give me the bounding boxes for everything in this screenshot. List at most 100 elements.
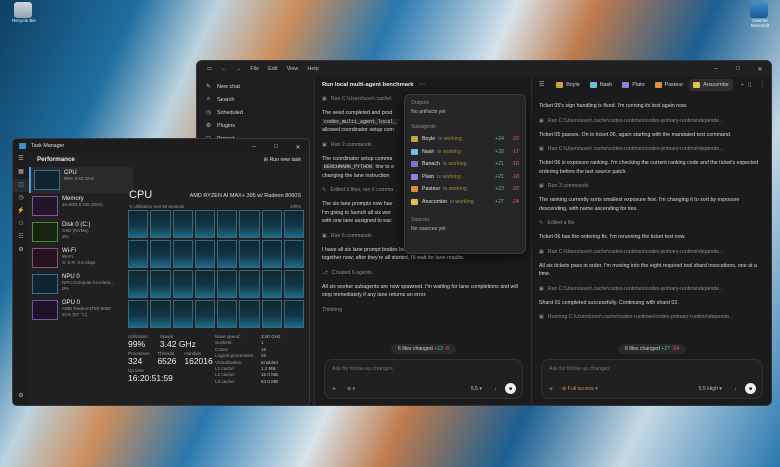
sidebar-item-new-chat[interactable]: ✎ New chat [197,80,314,93]
tab-plato[interactable]: Plato [618,79,648,91]
forward-icon[interactable]: → [236,66,242,72]
tm-title: Task Manager [31,143,65,149]
followup-input[interactable]: Ask for follow-up changes [325,360,522,378]
startup-icon[interactable]: ⚡ [13,205,29,218]
files-changed-chip[interactable]: 6 files changed +27 -24 [533,344,771,354]
users-icon[interactable]: ⚇ [13,218,29,231]
performance-icon[interactable]: ◫ [13,179,29,192]
robot-icon [693,81,701,88]
panel-menu-icon[interactable]: ⋮ [759,82,765,88]
desktop-icon-recycle-bin[interactable]: Recycle Bin [4,2,44,23]
cpu-core-graphs [128,210,304,328]
resource-npu[interactable]: NPU 0 NPU Compute Accelera... 0% [29,271,133,297]
split-view-icon[interactable]: ▯ [748,82,751,88]
settings-icon[interactable]: ⚙ [13,392,29,399]
hamburger-icon[interactable]: ☰ [13,153,29,166]
menu-file[interactable]: File [250,66,259,72]
desktop-icon-label: Diverse Microsoft [750,18,770,28]
stop-button[interactable]: ■ [745,383,756,394]
tab-nash[interactable]: Nash [586,79,617,91]
followup-input[interactable]: Ask for follow-up changes [542,360,762,378]
desktop-icon-top-right[interactable]: Diverse Microsoft [740,2,780,28]
close-icon[interactable]: ✕ [287,139,309,155]
resource-cpu[interactable]: CPU 99% 3.42 GHz [29,167,133,193]
mic-icon[interactable]: ♩ [735,386,741,392]
panel-toggle-icon[interactable]: ☰ [539,82,544,88]
model-selector[interactable]: 5.5 ▾ [471,386,482,392]
sidebar-item-scheduled[interactable]: ◷ Scheduled [197,106,314,119]
command-text: Ran 6 commands [330,232,372,239]
menu-edit[interactable]: Edit [268,66,277,72]
wifi-thumbnail [32,248,58,268]
command-row[interactable]: ▣ Running C:\Users\user\.cache\codex-runt… [539,314,765,320]
agent-removed: -17 [511,148,519,155]
sidebar-toggle-icon[interactable]: ▭ [207,66,212,72]
command-row[interactable]: ▣ Ran C:\Users\user\.cache\codex-runtimes… [539,146,765,152]
minimize-icon[interactable]: – [705,61,727,77]
edit-row[interactable]: ✎ Edited a file [539,220,765,226]
agents-row[interactable]: ⎇ Created 6 agents [322,270,525,276]
close-icon[interactable]: ✕ [749,61,771,77]
maximize-icon[interactable]: □ [265,139,287,155]
command-row[interactable]: ▣ Ran C:\Users\user\.cache\codex-runtimes… [539,118,765,124]
stat-value: 162016 [184,356,213,366]
inline-code: BENCHMARK_PYTHON [322,164,375,170]
resource-wifi[interactable]: Wi-Fi Wi-Fi S: 0 R: 3.6 Kbps [29,245,133,271]
sidebar-item-search[interactable]: ⌕ Search [197,93,314,106]
message-text: Ticket 06 is exposure ranking. I'm check… [539,160,759,175]
subagent-row[interactable]: Anscombe is working +27 -24 [405,196,525,209]
resource-memory[interactable]: Memory 16.6/63.6 GB (26%) [29,193,133,219]
access-icon[interactable]: ⊕ ▾ [347,386,355,392]
processes-icon[interactable]: ▦ [13,166,29,179]
resource-sub: 99% 3.42 GHz [64,176,94,181]
attach-icon[interactable]: + [549,386,553,393]
resource-sub: 16.6/63.6 GB (26%) [62,202,103,207]
core-graph [283,270,304,298]
history-icon[interactable]: ◷ [13,192,29,205]
details-icon[interactable]: ☷ [13,231,29,244]
back-icon[interactable]: ← [221,66,227,72]
subagent-row[interactable]: Boyle is working +24 -20 [405,133,525,146]
menu-view[interactable]: View [287,66,299,72]
tab-label: Boyle [566,81,580,88]
message-text: Shard 01 completed successfully. Continu… [539,299,679,306]
minimize-icon[interactable]: – [243,139,265,155]
resource-disk[interactable]: Disk 0 (C:) SSD (NVMe) 3% [29,219,133,245]
mic-icon[interactable]: ♩ [495,386,501,392]
agent-is: is [437,148,442,155]
core-graph [217,270,238,298]
menu-help[interactable]: Help [307,66,318,72]
message-text: Ticket 05 passes. On to ticket 06, again… [539,131,732,138]
terminal-icon: ▣ [539,117,544,124]
more-icon[interactable]: ··· [419,82,425,88]
tm-titlebar: Task Manager – □ ✕ [13,139,309,153]
command-row[interactable]: ▣ Ran 3 commands [539,183,765,189]
resource-sub: Wi-Fi S: 0 R: 3.6 Kbps [62,254,96,265]
thinking-status: Thinking [322,306,343,313]
tab-anscombe[interactable]: Anscombe [689,78,733,91]
services-icon[interactable]: ⚙ [13,244,29,257]
tab-pasteur[interactable]: Pasteur [651,79,688,91]
attach-icon[interactable]: + [332,386,336,393]
subagent-row[interactable]: Banach is working +21 -18 [405,158,525,171]
core-graph [128,270,149,298]
add-tab-icon[interactable]: + [741,82,744,88]
maximize-icon[interactable]: □ [727,61,749,77]
subagent-row[interactable]: Pasteur is working +23 -20 [405,183,525,196]
tab-boyle[interactable]: Boyle [552,79,584,91]
clock-icon: ◷ [205,110,212,116]
sidebar-item-plugins[interactable]: ⚙ Plugins [197,119,314,132]
resource-gpu[interactable]: GPU 0 AMD Radeon(TM) 8060 21% (57 °C) [29,297,133,323]
stop-button[interactable]: ■ [505,383,516,394]
files-changed-label: 6 files changed [624,346,660,352]
files-changed-chip[interactable]: 6 files changed +12 -6 [316,344,531,354]
model-selector[interactable]: 5.5 High ▾ [699,386,722,392]
subagent-row[interactable]: Nash is working +20 -17 [405,146,525,159]
subagent-row[interactable]: Plato is working +21 -18 [405,171,525,184]
agent-name: Boyle [422,136,436,143]
command-row[interactable]: ▣ Ran C:\Users\user\.cache\codex-runtimes… [539,249,765,255]
access-selector[interactable]: ⊕ Full access ▾ [562,386,598,392]
core-graph [128,300,149,328]
run-new-task-button[interactable]: ⊞ Run new task [264,155,301,165]
command-row[interactable]: ▣ Ran C:\Users\user\.cache\codex-runtimes… [539,286,765,292]
